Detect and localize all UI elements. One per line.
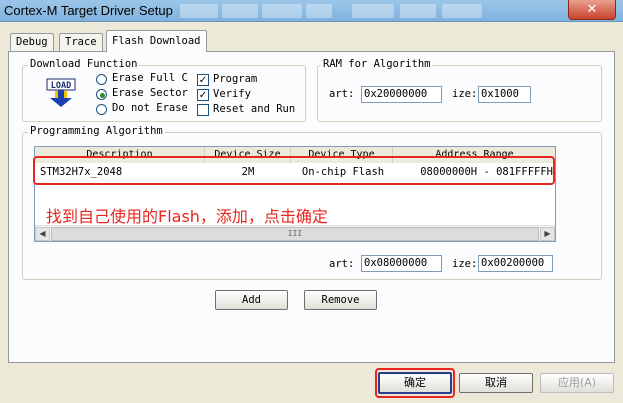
background-window-ghost xyxy=(222,4,258,18)
ram-for-algorithm-title: RAM for Algorithm xyxy=(321,58,433,70)
background-window-ghost xyxy=(306,4,332,18)
do-not-erase-radio[interactable] xyxy=(96,104,107,115)
program-label: Program xyxy=(213,73,258,85)
tab-trace[interactable]: Trace xyxy=(59,33,103,51)
ram-size-input[interactable]: 0x1000 xyxy=(478,86,531,103)
remove-button[interactable]: Remove xyxy=(304,290,377,310)
reset-and-run-checkbox[interactable] xyxy=(197,104,209,116)
background-window-ghost xyxy=(180,4,218,18)
erase-full-chip-radio[interactable] xyxy=(96,74,107,85)
cancel-button[interactable]: 取消 xyxy=(459,373,533,393)
annotation-text: 找到自己使用的Flash，添加，点击确定 xyxy=(46,207,328,226)
ram-start-label: art: xyxy=(329,88,355,100)
flash-size-label: ize: xyxy=(452,258,478,270)
close-button[interactable]: ✕ xyxy=(568,0,616,20)
scroll-right-icon[interactable]: ▶ xyxy=(540,227,555,241)
verify-label: Verify xyxy=(213,88,251,100)
window-title: Cortex-M Target Driver Setup xyxy=(4,3,173,18)
erase-full-chip-label: Erase Full C xyxy=(112,72,188,84)
add-button[interactable]: Add xyxy=(215,290,288,310)
background-window-ghost xyxy=(400,4,436,18)
flash-start-input[interactable]: 0x08000000 xyxy=(361,255,442,272)
programming-algorithm-title: Programming Algorithm xyxy=(28,125,165,137)
flash-start-label: art: xyxy=(329,258,355,270)
scrollbar-thumb[interactable]: III xyxy=(51,227,539,241)
erase-sector-label: Erase Sector xyxy=(112,87,188,99)
ram-start-input[interactable]: 0x20000000 xyxy=(361,86,442,103)
verify-checkbox[interactable]: ✓ xyxy=(197,89,209,101)
background-window-ghost xyxy=(262,4,302,18)
background-window-ghost xyxy=(442,4,482,18)
scroll-left-icon[interactable]: ◀ xyxy=(35,227,50,241)
download-function-title: Download Function xyxy=(28,58,140,70)
reset-and-run-label: Reset and Run xyxy=(213,103,296,115)
tab-flash-download[interactable]: Flash Download xyxy=(106,30,207,52)
load-icon: LOAD xyxy=(46,78,76,108)
erase-sector-radio[interactable] xyxy=(96,89,107,100)
flash-size-input[interactable]: 0x00200000 xyxy=(478,255,553,272)
horizontal-scrollbar[interactable]: ◀ III ▶ xyxy=(35,225,555,241)
tab-debug[interactable]: Debug xyxy=(10,33,54,51)
ram-size-label: ize: xyxy=(452,88,478,100)
apply-button[interactable]: 应用(A) xyxy=(540,373,614,393)
background-window-ghost xyxy=(352,4,394,18)
highlight-flash-row xyxy=(33,156,555,185)
load-icon-label: LOAD xyxy=(51,81,71,91)
highlight-ok-button xyxy=(375,368,455,398)
do-not-erase-label: Do not Erase xyxy=(112,102,188,114)
program-checkbox[interactable]: ✓ xyxy=(197,74,209,86)
close-icon: ✕ xyxy=(586,2,598,17)
